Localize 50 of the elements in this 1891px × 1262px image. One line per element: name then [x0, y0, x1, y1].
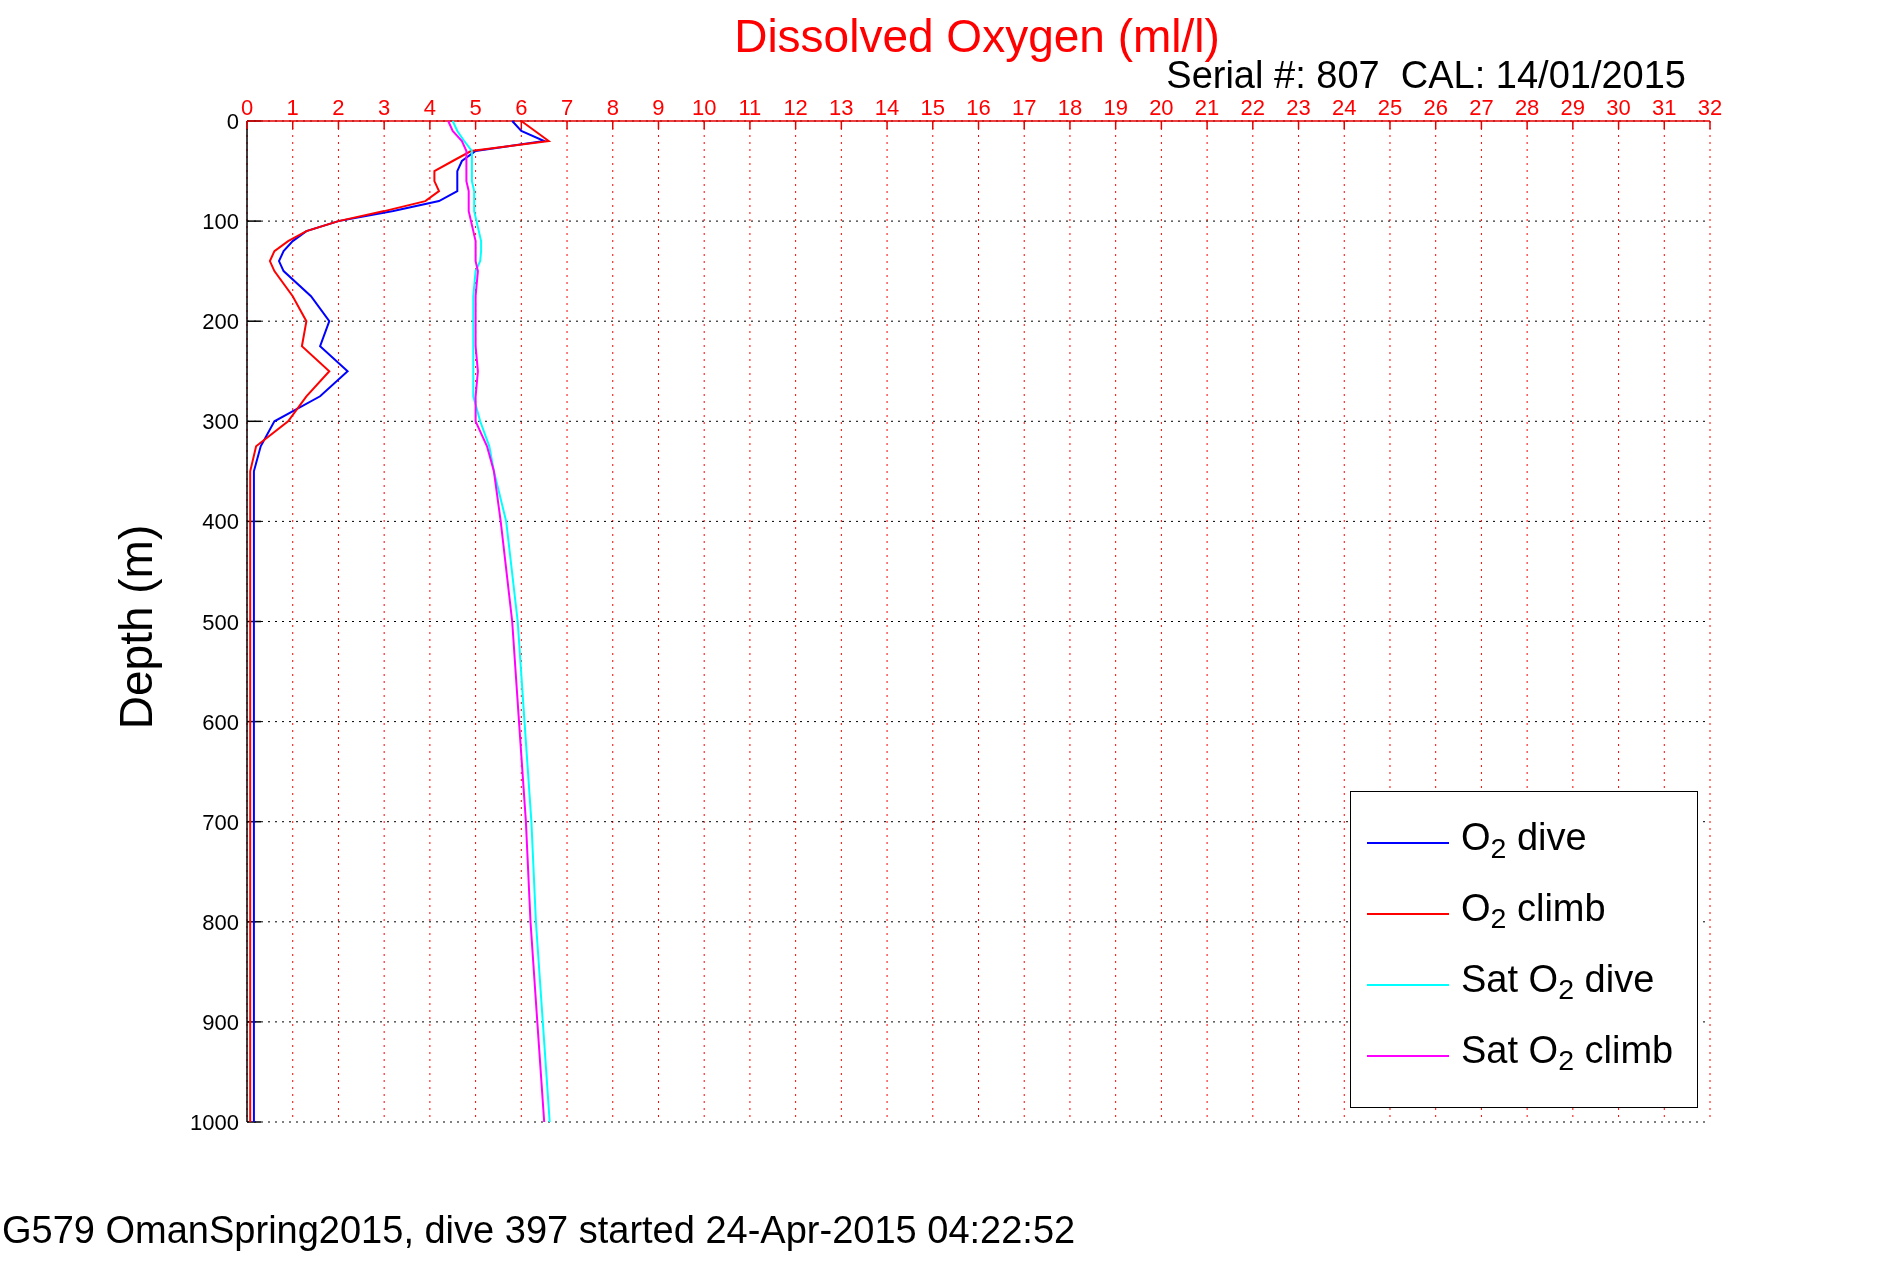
x-tick-label: 15 — [920, 95, 945, 120]
x-tick-label: 16 — [966, 95, 991, 120]
y-tick-label: 900 — [202, 1009, 239, 1035]
x-tick-label: 23 — [1286, 95, 1311, 120]
legend-label: Sat O$_{2}$ climb — [1461, 1030, 1674, 1078]
y-tick-label: 700 — [202, 809, 239, 835]
y-tick-label: 300 — [202, 409, 239, 435]
x-tick-label: 1 — [286, 95, 299, 120]
x-tick-label: 9 — [652, 95, 665, 120]
x-tick-label: 3 — [378, 95, 391, 120]
y-tick-label: 100 — [202, 209, 239, 235]
y-tick-label: 500 — [202, 609, 239, 635]
x-tick-label: 2 — [332, 95, 345, 120]
x-tick-label: 27 — [1469, 95, 1494, 120]
x-tick-label: 26 — [1423, 95, 1448, 120]
x-tick-label: 32 — [1697, 95, 1723, 120]
y-tick-label: 0 — [226, 109, 239, 134]
x-tick-label: 13 — [829, 95, 854, 120]
x-tick-label: 10 — [691, 95, 717, 120]
x-tick-label: 21 — [1194, 95, 1220, 120]
x-tick-label: 22 — [1240, 95, 1266, 120]
x-tick-label: 11 — [738, 95, 762, 120]
x-tick-label: 8 — [606, 95, 619, 120]
x-tick-label: 30 — [1606, 95, 1631, 120]
x-tick-label: 7 — [560, 95, 574, 120]
x-tick-label: 0 — [240, 95, 254, 120]
legend-label: Sat O$_{2}$ dive — [1461, 959, 1655, 1007]
y-tick-label: 200 — [202, 309, 239, 335]
y-tick-label: 400 — [202, 509, 239, 535]
x-tick-label: 24 — [1332, 95, 1357, 120]
x-tick-label: 19 — [1103, 95, 1128, 120]
y-tick-label: 1000 — [190, 1110, 239, 1135]
x-tick-label: 4 — [423, 95, 436, 120]
x-tick-label: 17 — [1012, 95, 1037, 120]
x-tick-label: 29 — [1560, 95, 1586, 120]
legend-label: O$_{2}$ dive — [1461, 818, 1587, 866]
x-tick-label: 5 — [469, 95, 482, 120]
x-tick-label: 6 — [515, 95, 528, 120]
x-tick-label: 12 — [783, 95, 808, 120]
y-tick-label: 600 — [202, 709, 239, 735]
x-tick-label: 14 — [874, 95, 900, 120]
legend-label: O$_{2}$ climb — [1461, 889, 1606, 937]
y-axis-title: Depth (m) — [110, 524, 162, 730]
y-tick-label: 800 — [202, 909, 239, 935]
x-tick-label: 31 — [1652, 95, 1677, 120]
dive-caption: G579 OmanSpring2015, dive 397 started 24-Apr-2015 04:22:52 — [2, 1209, 1076, 1251]
x-tick-label: 28 — [1514, 95, 1540, 120]
x-tick-label: 25 — [1377, 95, 1403, 120]
x-tick-label: 18 — [1057, 95, 1083, 120]
x-tick-label: 20 — [1149, 95, 1174, 120]
